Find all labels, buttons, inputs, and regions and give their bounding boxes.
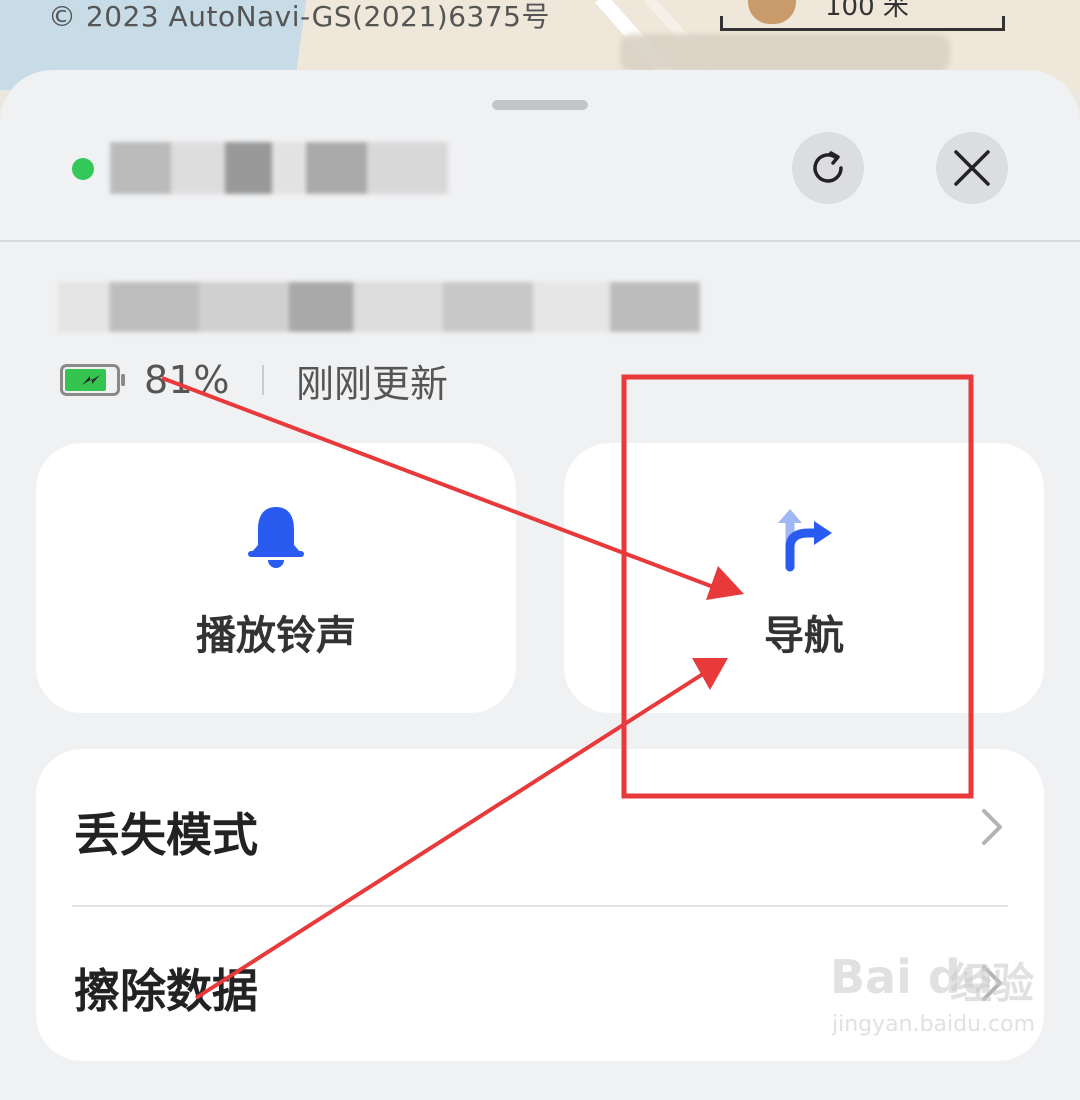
watermark-brand-cn: 经验 — [950, 959, 1035, 1008]
play-sound-button[interactable]: 播放铃声 — [36, 443, 516, 713]
map-scale-bar: 100 米 — [720, 0, 1005, 40]
device-name-redacted — [110, 142, 448, 194]
scale-label: 100 米 — [825, 0, 909, 22]
navigate-label: 导航 — [764, 613, 844, 659]
watermark-url: jingyan.baidu.com — [832, 1012, 1036, 1037]
battery-status-row: 81% 刚刚更新 — [60, 352, 448, 408]
close-icon — [954, 150, 990, 186]
list-item-lost-mode[interactable]: 丢失模式 — [36, 749, 1044, 905]
scale-tick — [720, 16, 723, 31]
navigate-button[interactable]: 导航 — [564, 443, 1044, 713]
device-address-redacted — [58, 282, 700, 332]
lost-mode-label: 丢失模式 — [74, 808, 258, 862]
play-sound-label: 播放铃声 — [196, 613, 356, 659]
sheet-header — [0, 70, 1080, 242]
online-status-dot — [72, 158, 94, 180]
battery-charging-icon — [60, 364, 125, 396]
divider — [261, 365, 264, 395]
bell-icon — [248, 507, 304, 568]
refresh-button[interactable] — [792, 132, 864, 204]
last-updated-text: 刚刚更新 — [295, 361, 448, 406]
chevron-right-icon — [982, 809, 1002, 845]
scale-tick — [1002, 16, 1005, 31]
scale-line — [720, 28, 1005, 31]
navigation-turn-right-icon — [778, 509, 832, 572]
close-button[interactable] — [936, 132, 1008, 204]
battery-percentage: 81% — [144, 358, 230, 402]
erase-data-label: 擦除数据 — [74, 964, 258, 1018]
refresh-icon — [813, 151, 843, 183]
baidu-jingyan-watermark: Bai du 经验 jingyan.baidu.com — [826, 950, 1036, 1060]
device-bottom-sheet: 81% 刚刚更新 播放铃声 导航 丢失模式 擦除数据 — [0, 70, 1080, 1100]
map-copyright: © 2023 AutoNavi-GS(2021)6375号 — [48, 0, 550, 33]
